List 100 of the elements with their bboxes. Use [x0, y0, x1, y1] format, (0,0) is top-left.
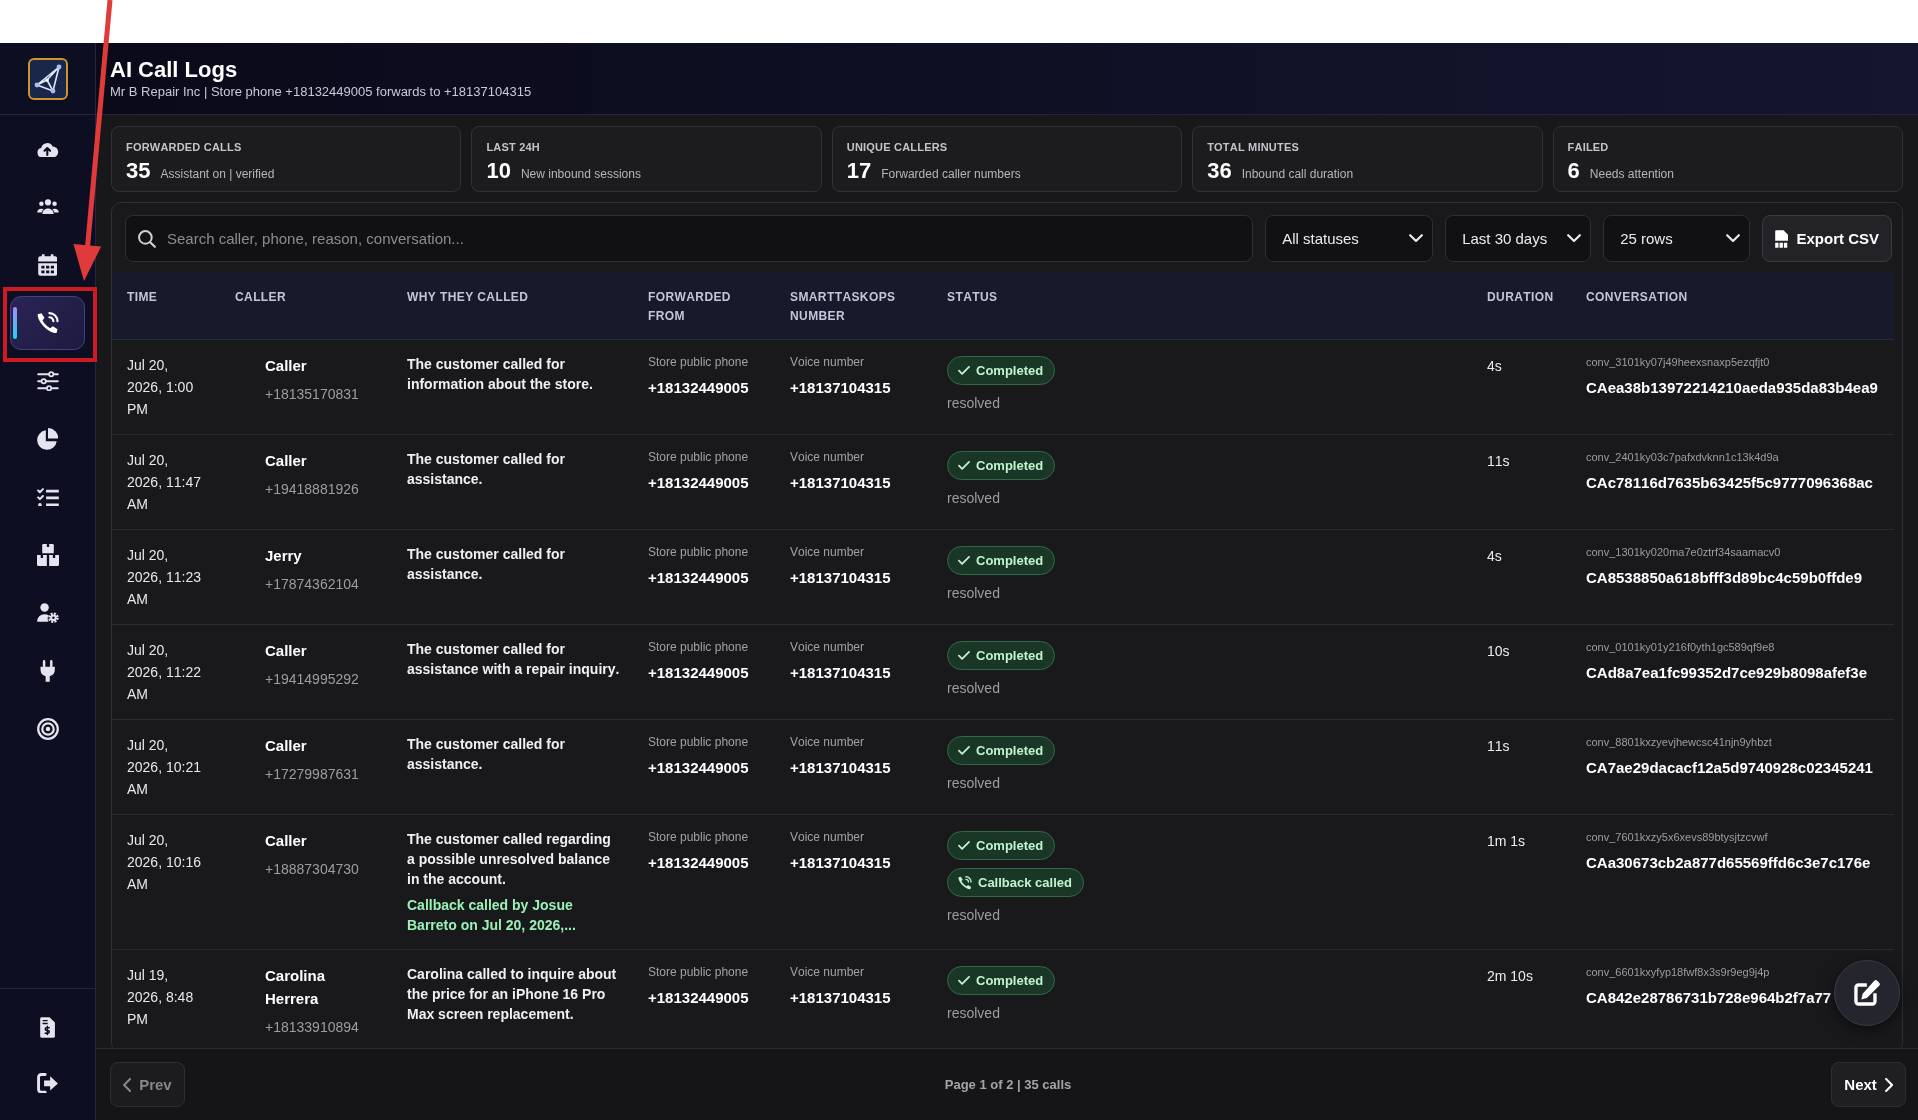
call-time: Jul 20, 2026, 11:47 AM	[127, 451, 202, 514]
call-reason: The customer called for assistance with a repair inquiry.	[407, 640, 621, 679]
caller-name: Caller	[265, 451, 308, 471]
stat-value: 17	[846, 158, 872, 184]
call-duration: 11s	[1487, 737, 1511, 756]
stat-note: Assistant on | verified	[160, 166, 275, 182]
check-icon	[958, 841, 970, 850]
conversation-id: conv_7601kxzy5x6xevs89btysjtzcvwf	[1586, 830, 1768, 845]
call-duration: 2m 10s	[1487, 967, 1534, 986]
stat-label: FORWARDED CALLS	[126, 140, 243, 154]
conversation-id: conv_3101ky07j49heexsnaxp5ezqfjt0	[1586, 355, 1770, 370]
call-time: Jul 20, 2026, 11:22 AM	[127, 641, 202, 704]
export-button[interactable]: Export CSV	[1762, 215, 1892, 262]
stat-label: TOTAL MINUTES	[1207, 140, 1300, 154]
chevron-down-icon	[1726, 234, 1741, 243]
field-label: Voice number	[790, 544, 866, 560]
caller-name: Caller	[265, 641, 308, 661]
nav-button[interactable]	[10, 296, 85, 350]
stat-note: New inbound sessions	[520, 166, 641, 182]
resolution-status: resolved	[947, 489, 1000, 508]
field-label: Voice number	[790, 354, 866, 370]
boxes-icon	[36, 544, 59, 566]
stat-note: Needs attention	[1589, 166, 1674, 182]
filter-dropdown[interactable]: 25 rows	[1603, 215, 1751, 262]
check-icon	[958, 976, 970, 985]
call-duration: 4s	[1487, 547, 1503, 566]
stat-value: 10	[486, 158, 511, 184]
callback-note: Callback called by Josue Barreto on Jul 20, 2026,...	[407, 896, 577, 935]
filter-dropdown[interactable]: Last 30 days	[1445, 215, 1592, 262]
status-label: Completed	[976, 972, 1044, 989]
field-label: Voice number	[790, 829, 866, 845]
search-field[interactable]: Search caller, phone, reason, conversation...	[125, 215, 1254, 262]
checklist-icon	[36, 487, 59, 507]
column-header: TIME	[127, 289, 159, 306]
call-duration: 4s	[1487, 357, 1503, 376]
field-label: Store public phone	[648, 829, 750, 845]
caller-phone: +17874362104	[265, 575, 360, 594]
page-subtitle: Mr B Repair Inc | Store phone +18132449005 forwards to +18137104315	[110, 83, 533, 101]
search-input[interactable]: Search caller, phone, reason, conversation...	[167, 226, 1241, 251]
phone-number: +18132449005	[648, 378, 750, 398]
app-logo	[27, 57, 68, 100]
caller-name: Carolina Herrera	[265, 966, 326, 1009]
column-header: STATUS	[947, 289, 999, 306]
phone-icon	[958, 875, 972, 890]
phone-number: +18132449005	[648, 758, 750, 778]
phone-number: +18137104315	[790, 568, 892, 588]
column-header: CONVERSATION	[1586, 289, 1689, 306]
conversation-id: conv_6601kxyfyp18fwf8x3s9r9eg9j4p	[1586, 965, 1770, 980]
stat-note: Forwarded caller numbers	[881, 166, 1021, 182]
caller-phone: +17279987631	[265, 765, 360, 784]
column-header: WHY THEY CALLED	[407, 289, 530, 306]
phone-number: +18132449005	[648, 988, 750, 1008]
call-reason: The customer called for assistance.	[407, 735, 566, 774]
sliders-icon	[36, 370, 59, 392]
search-icon	[138, 229, 156, 248]
phone-number: +18132449005	[648, 473, 750, 493]
status-label: Callback called	[978, 874, 1072, 891]
stat-label: LAST 24H	[486, 140, 541, 154]
field-label: Store public phone	[648, 449, 750, 465]
exit-icon	[37, 1072, 58, 1094]
next-button[interactable]: Next	[1831, 1062, 1906, 1107]
edit-icon	[1854, 980, 1880, 1006]
call-reason: Carolina called to inquire about the price for an iPhone 16 Pro Max screen replacement.	[407, 965, 618, 1024]
field-label: Store public phone	[648, 964, 750, 980]
filter-dropdown[interactable]: All statuses	[1265, 215, 1434, 262]
status-label: Completed	[976, 837, 1044, 854]
check-icon	[958, 556, 970, 565]
call-reason: The customer called for assistance.	[407, 450, 566, 489]
check-icon	[958, 746, 970, 755]
call-reason: The customer called regarding a possible unresolved balance in the account.	[407, 830, 612, 889]
resolution-status: resolved	[947, 679, 1000, 698]
chevron-down-icon	[1567, 234, 1582, 243]
field-label: Store public phone	[648, 639, 750, 655]
conversation-id: conv_0101ky01y216f0yth1gc589qf9e8	[1586, 640, 1775, 655]
column-header: FORWARDED FROM	[648, 289, 732, 325]
call-duration: 11s	[1487, 452, 1511, 471]
phone-number: +18132449005	[648, 663, 750, 683]
resolution-status: resolved	[947, 774, 1000, 793]
chevron-down-icon	[1409, 234, 1424, 243]
call-id: CA7ae29dacacf12a5d9740928c02345241	[1586, 758, 1873, 778]
check-icon	[958, 651, 970, 660]
call-reason: The customer called for assistance.	[407, 545, 566, 584]
field-label: Store public phone	[648, 354, 750, 370]
caller-phone: +18133910894	[265, 1018, 360, 1037]
stat-value: 6	[1567, 158, 1580, 184]
field-label: Voice number	[790, 964, 866, 980]
caller-phone: +18887304730	[265, 860, 360, 879]
stat-value: 36	[1207, 158, 1232, 184]
plug-icon	[39, 660, 56, 682]
stat-label: FAILED	[1567, 140, 1610, 154]
phone-number: +18132449005	[648, 568, 750, 588]
call-time: Jul 20, 2026, 10:21 AM	[127, 736, 202, 799]
column-header: DURATION	[1487, 289, 1555, 306]
call-id: CAea38b13972214210aeda935da83b4ea9	[1586, 378, 1878, 398]
call-id: CAc78116d7635b63425f5c9777096368ac	[1586, 473, 1873, 493]
call-time: Jul 20, 2026, 11:23 AM	[127, 546, 202, 609]
conversation-id: conv_2401ky03c7pafxdvknn1c13k4d9a	[1586, 450, 1779, 465]
phone-number: +18137104315	[790, 988, 892, 1008]
users-icon	[36, 199, 59, 215]
call-id: CAa30673cb2a877d65569ffd6c3e7c176e	[1586, 853, 1871, 873]
